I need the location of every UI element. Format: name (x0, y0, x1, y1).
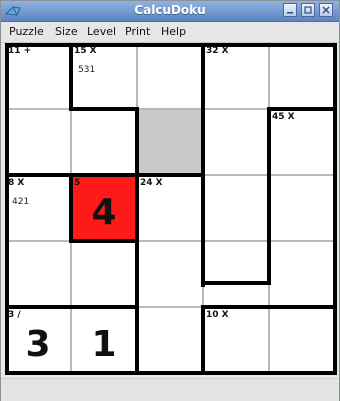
cage-label: 15 X (74, 46, 97, 56)
cell-value: 3 (25, 324, 51, 365)
grid-cell[interactable] (269, 307, 335, 373)
grid-cell[interactable] (71, 241, 137, 307)
board-border-left (5, 43, 9, 375)
cage-wall (5, 173, 203, 177)
grid-cell[interactable]: 10 X (203, 307, 269, 373)
error-cell[interactable]: 5 4 (71, 175, 137, 241)
board-border-top (5, 43, 337, 47)
cage-wall (267, 107, 271, 285)
grid-cell[interactable] (269, 43, 335, 109)
board-border-bottom (5, 371, 337, 375)
grid-cell[interactable]: 11 + (5, 43, 71, 109)
cell-notes: 531 (78, 65, 96, 75)
maximize-icon (304, 6, 312, 14)
calcudoku-window: CalcuDoku Puzzle Size Level Print Help 1… (0, 0, 340, 401)
grid-cell[interactable] (71, 109, 137, 175)
maximize-button[interactable] (301, 3, 315, 17)
cage-wall (201, 305, 337, 309)
cage-label: 10 X (206, 310, 229, 320)
grid-cell[interactable]: 1 (71, 307, 137, 373)
grid-cell[interactable] (203, 175, 269, 241)
grid-cell[interactable]: 15 X 531 (71, 43, 137, 109)
cage-label: 32 X (206, 46, 229, 56)
grid-cell[interactable]: 32 X (203, 43, 269, 109)
cage-label: 24 X (140, 178, 163, 188)
grid-cell[interactable] (137, 307, 203, 373)
grid-cell[interactable] (269, 175, 335, 241)
grid-cell[interactable]: 3 / 3 (5, 307, 71, 373)
cage-wall (69, 239, 139, 243)
minimize-icon (287, 12, 293, 14)
grid-cell[interactable] (203, 109, 269, 175)
cage-label: 5 (74, 178, 81, 188)
cell-value: 1 (91, 324, 117, 365)
cage-wall (69, 107, 139, 111)
cage-wall (201, 305, 205, 375)
cage-label: 45 X (272, 112, 295, 122)
selected-cell[interactable] (137, 109, 203, 175)
cell-notes: 421 (12, 197, 30, 207)
minimize-button[interactable] (283, 3, 297, 17)
puzzle-grid: 11 + 15 X 531 32 X 45 X 8 X 421 5 4 24 X… (5, 43, 337, 375)
cage-wall (5, 305, 139, 309)
cage-label: 11 + (8, 46, 32, 56)
cage-label: 8 X (8, 178, 25, 188)
cage-label: 3 / (8, 310, 21, 320)
grid-cell[interactable] (137, 241, 203, 307)
status-bar (1, 378, 339, 401)
menu-bar: Puzzle Size Level Print Help (1, 22, 339, 43)
cell-value: 4 (91, 192, 117, 233)
cage-wall (267, 107, 337, 111)
cage-wall (201, 43, 205, 287)
menu-print[interactable]: Print (125, 25, 150, 38)
menu-help[interactable]: Help (161, 25, 186, 38)
close-button[interactable] (319, 3, 333, 17)
title-bar: CalcuDoku (1, 1, 339, 22)
grid-cell[interactable]: 8 X 421 (5, 175, 71, 241)
grid-cell[interactable]: 24 X (137, 175, 203, 241)
cage-wall (69, 43, 73, 111)
board-border-right (333, 43, 337, 375)
close-icon (322, 6, 330, 14)
grid-cell[interactable] (137, 43, 203, 109)
menu-puzzle[interactable]: Puzzle (9, 25, 44, 38)
grid-cell[interactable] (5, 241, 71, 307)
cage-wall (201, 281, 271, 285)
menu-size[interactable]: Size (55, 25, 78, 38)
cage-wall (69, 173, 73, 243)
menu-level[interactable]: Level (87, 25, 116, 38)
grid-cell[interactable] (5, 109, 71, 175)
grid-cell[interactable] (269, 241, 335, 307)
grid-cell[interactable] (203, 241, 269, 307)
grid-cell[interactable]: 45 X (269, 109, 335, 175)
